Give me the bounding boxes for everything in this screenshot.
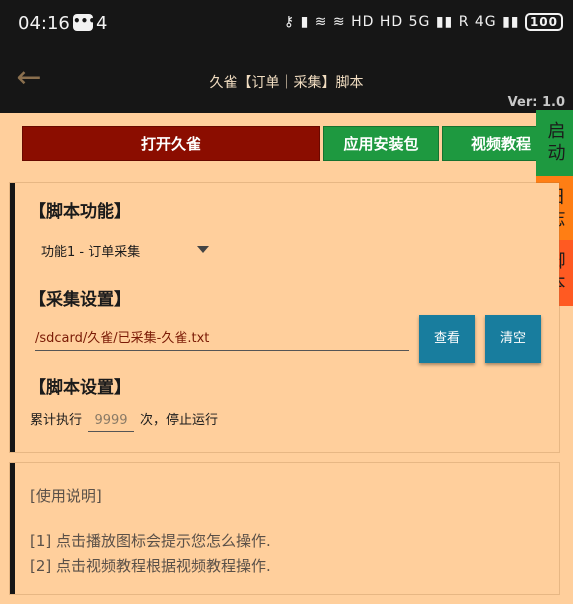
side-tab-start[interactable]: 启动 (536, 110, 573, 176)
run-count-suffix: 次，停止运行 (140, 413, 219, 428)
status-indicator-icons: ⚷ ▮ ≋ ≋ HD HD 5G ▮▮ R 4G ▮▮ (283, 14, 520, 30)
instructions-card: [使用说明] [1] 点击播放图标会提示您怎么操作. [2] 点击视频教程根据视… (10, 463, 559, 594)
view-button[interactable]: 查看 (419, 315, 475, 363)
run-count-row: 累计执行 9999 次，停止运行 (30, 409, 218, 432)
status-time: 04:16 (18, 13, 70, 34)
page-title: 久雀【订单｜采集】脚本 (209, 75, 364, 91)
battery-icon: 100 (524, 13, 563, 31)
open-app-button[interactable]: 打开久雀 (22, 126, 320, 161)
status-icons: ⚷ ▮ ≋ ≋ HD HD 5G ▮▮ R 4G ▮▮ 100 (284, 13, 563, 31)
collect-section-header: 【采集设置】 (29, 290, 131, 310)
run-count-prefix: 累计执行 (30, 413, 83, 428)
app-bar: ← 久雀【订单｜采集】脚本 Ver: 1.0 (0, 46, 573, 113)
script-settings-card: 【脚本功能】 功能1 - 订单采集 【采集设置】 /sdcard/久雀/已采集-… (10, 183, 559, 452)
notification-count: 4 (96, 13, 108, 34)
instruction-line: [1] 点击播放图标会提示您怎么操作. (30, 532, 271, 550)
clear-button[interactable]: 清空 (485, 315, 541, 363)
install-package-button[interactable]: 应用安装包 (323, 126, 439, 161)
dropdown-arrow-icon (197, 246, 209, 253)
version-label: Ver: 1.0 (507, 95, 565, 110)
instruction-line: [2] 点击视频教程根据视频教程操作. (30, 557, 271, 575)
status-bar: 04:16 ••• 4 ⚷ ▮ ≋ ≋ HD HD 5G ▮▮ R 4G ▮▮ … (0, 0, 573, 46)
collect-path-field[interactable]: /sdcard/久雀/已采集-久雀.txt (35, 328, 409, 351)
function-section-header: 【脚本功能】 (29, 202, 131, 222)
function-select[interactable]: 功能1 - 订单采集 (41, 241, 209, 263)
message-icon: ••• (73, 14, 96, 31)
run-count-input[interactable]: 9999 (88, 413, 135, 432)
function-select-value: 功能1 - 订单采集 (41, 245, 141, 260)
instructions-title: [使用说明] (30, 487, 102, 505)
settings-section-header: 【脚本设置】 (29, 378, 131, 398)
